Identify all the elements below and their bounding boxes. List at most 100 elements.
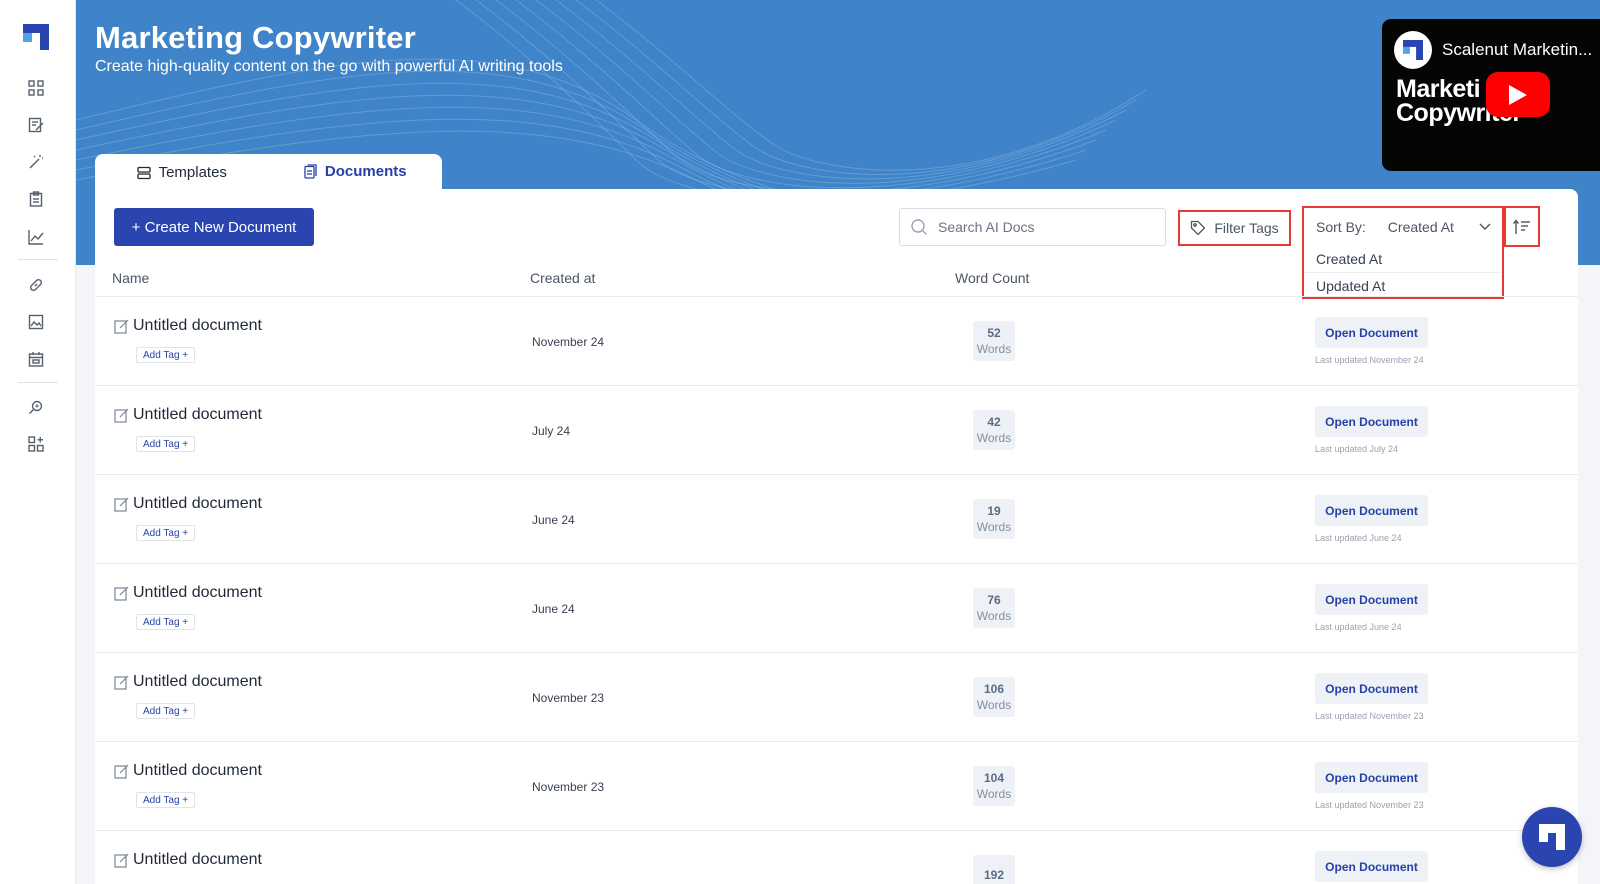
sort-order-button[interactable] (1504, 206, 1540, 247)
last-updated-text: Last updated November 23 (1315, 800, 1424, 810)
document-name[interactable]: Untitled document (133, 584, 262, 602)
apps-add-icon[interactable] (26, 434, 46, 454)
word-count-value: 19 (987, 504, 1001, 518)
last-updated-text: Last updated November 24 (1315, 355, 1424, 365)
word-count-value: 106 (983, 682, 1005, 696)
search-icon (911, 219, 927, 235)
search-box[interactable] (899, 208, 1166, 246)
add-tag-button[interactable]: Add Tag + (136, 703, 196, 719)
word-count-value: 104 (983, 771, 1005, 785)
chevron-down-icon[interactable] (1478, 219, 1492, 233)
open-document-button[interactable]: Open Document (1315, 406, 1428, 437)
open-document-button[interactable]: Open Document (1315, 495, 1428, 526)
create-document-button[interactable]: + Create New Document (114, 208, 314, 246)
sidebar (0, 0, 76, 884)
open-document-button[interactable]: Open Document (1315, 317, 1428, 348)
word-count-value: 52 (987, 326, 1001, 340)
word-count-unit: Words (976, 520, 1012, 534)
last-updated-text: Last updated July 24 (1315, 444, 1399, 454)
add-tag-button[interactable]: Add Tag + (136, 525, 196, 541)
word-count-badge: 52 Words (973, 321, 1015, 361)
sidebar-divider (18, 382, 58, 383)
tab-documents[interactable]: Documents (268, 154, 442, 191)
document-name[interactable]: Untitled document (133, 495, 262, 513)
search-sparkle-icon[interactable] (26, 397, 46, 417)
table-row: Untitled document Add Tag + November 23 … (95, 653, 1578, 742)
documents-panel: + Create New Document Filter Tags Sort B… (95, 189, 1578, 884)
open-document-button[interactable]: Open Document (1315, 851, 1428, 882)
column-name-header: Name (112, 270, 150, 286)
table-row: Untitled document Add Tag + June 24 76 Wo… (95, 564, 1578, 653)
chart-line-icon[interactable] (26, 227, 46, 247)
open-document-button[interactable]: Open Document (1315, 673, 1428, 704)
tab-templates[interactable]: Templates (95, 154, 269, 191)
column-created-header: Created at (530, 270, 596, 286)
created-date: November 23 (532, 780, 605, 794)
table-row: Untitled document 192 Open Document (95, 831, 1578, 884)
add-tag-button[interactable]: Add Tag + (136, 792, 196, 808)
word-count-badge: 42 Words (973, 410, 1015, 450)
link-icon[interactable] (26, 275, 46, 295)
channel-logo[interactable] (1394, 31, 1432, 69)
last-updated-text: Last updated June 24 (1315, 622, 1402, 632)
open-document-button[interactable]: Open Document (1315, 762, 1428, 793)
created-date: July 24 (532, 424, 571, 438)
app-logo[interactable] (23, 24, 49, 50)
document-name[interactable]: Untitled document (133, 406, 262, 424)
document-name[interactable]: Untitled document (133, 317, 262, 335)
document-name[interactable]: Untitled document (133, 762, 262, 780)
word-count-value: 192 (983, 868, 1005, 882)
edit-doc-icon[interactable] (26, 115, 46, 135)
last-updated-text: Last updated June 24 (1315, 533, 1402, 543)
table-row: Untitled document Add Tag + November 23 … (95, 742, 1578, 831)
filter-tags-label: Filter Tags (1214, 220, 1279, 236)
chat-widget-button[interactable] (1522, 807, 1582, 867)
add-tag-button[interactable]: Add Tag + (136, 436, 196, 452)
search-input[interactable] (938, 219, 1148, 235)
calendar-icon[interactable] (26, 349, 46, 369)
document-name[interactable]: Untitled document (133, 851, 262, 869)
video-title[interactable]: Scalenut Marketin... (1442, 40, 1592, 60)
created-date: June 24 (532, 513, 575, 527)
table-row: Untitled document Add Tag + July 24 42 Wo… (95, 386, 1578, 475)
video-embed[interactable]: Scalenut Marketin... ··· Marketi Copywri… (1382, 19, 1600, 171)
edit-doc-icon (114, 497, 129, 512)
filter-tags-button[interactable]: Filter Tags (1178, 210, 1291, 246)
edit-doc-icon (114, 408, 129, 423)
word-count-badge: 76 Words (973, 588, 1015, 628)
word-count-unit: Words (976, 431, 1012, 445)
edit-doc-icon (114, 319, 129, 334)
image-icon[interactable] (26, 312, 46, 332)
word-count-value: 42 (987, 415, 1001, 429)
table-row: Untitled document Add Tag + November 24 … (95, 297, 1578, 386)
edit-doc-icon (114, 586, 129, 601)
word-count-badge: 104 Words (973, 766, 1015, 806)
word-count-badge: 192 (973, 855, 1015, 884)
sort-value: Created At (1387, 219, 1454, 235)
clipboard-icon[interactable] (26, 189, 46, 209)
column-word-count-header: Word Count (955, 270, 1030, 286)
sort-ascending-icon (1513, 218, 1530, 234)
tag-icon (1191, 220, 1206, 236)
word-count-badge: 19 Words (973, 499, 1015, 539)
add-tag-button[interactable]: Add Tag + (136, 614, 196, 630)
edit-doc-icon (114, 675, 129, 690)
page-title: Marketing Copywriter (95, 20, 416, 55)
table-header: Name Created at Word Count (95, 267, 1578, 297)
play-button-icon[interactable] (1486, 72, 1550, 117)
open-document-button[interactable]: Open Document (1315, 584, 1428, 615)
app-logo-icon (1539, 824, 1565, 850)
edit-doc-icon (114, 853, 129, 868)
document-name[interactable]: Untitled document (133, 673, 262, 691)
document-icon (304, 164, 317, 179)
magic-wand-icon[interactable] (26, 152, 46, 172)
tab-label: Templates (158, 164, 227, 181)
word-count-value: 76 (987, 593, 1001, 607)
grid-icon[interactable] (26, 78, 46, 98)
sort-label: Sort By: (1316, 219, 1366, 235)
created-date: November 23 (532, 691, 605, 705)
add-tag-button[interactable]: Add Tag + (136, 347, 196, 363)
sort-select[interactable]: Sort By: Created At (1304, 208, 1502, 246)
created-date: June 24 (532, 602, 575, 616)
edit-doc-icon (114, 764, 129, 779)
